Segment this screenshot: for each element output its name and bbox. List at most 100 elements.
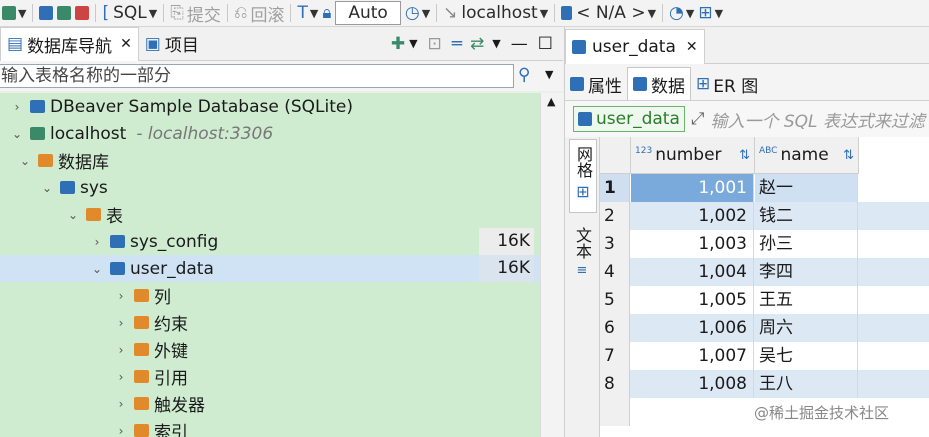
tree-item[interactable]: ⌄ 表 [0, 201, 540, 228]
table-row[interactable]: 4 1,004 李四 [600, 258, 929, 286]
tree-item[interactable]: › 外键 [0, 336, 540, 363]
tab-user-data-editor[interactable]: user_data ✕ [565, 29, 705, 64]
connect-button[interactable] [37, 1, 55, 25]
table-row[interactable]: 2 1,002 钱二 [600, 202, 929, 230]
row-number[interactable]: 2 [600, 202, 630, 230]
link-editor-icon[interactable]: ⇄ [470, 34, 484, 54]
row-number[interactable]: 5 [600, 286, 630, 314]
expand-icon[interactable]: ⤢ [691, 109, 705, 129]
column-header-number[interactable]: 123 number ⇅ [631, 137, 755, 174]
chevron-right-icon[interactable]: › [114, 289, 128, 303]
close-icon[interactable]: ✕ [120, 36, 132, 52]
tree-item[interactable]: ⌄ localhost - localhost:3306 [0, 120, 540, 147]
tree-item[interactable]: ⌄ user_data 16K [0, 255, 540, 282]
filter-icon[interactable]: ⚲ [518, 65, 530, 85]
sql-filter-input[interactable]: 输入一个 SQL 表达式来过滤 [710, 107, 924, 132]
row-number[interactable]: 1 [600, 174, 630, 202]
sort-filter-icon[interactable]: ⇅ [843, 148, 854, 163]
row-number[interactable]: 4 [600, 258, 630, 286]
tree-item[interactable]: ⌄ sys [0, 174, 540, 201]
new-connection-icon[interactable]: ✚ [391, 34, 405, 54]
reconnect-button[interactable] [55, 1, 73, 25]
chevron-right-icon[interactable]: › [114, 370, 128, 384]
tab-data[interactable]: 数据 [627, 67, 691, 100]
tree-item[interactable]: › 列 [0, 282, 540, 309]
tab-text-view[interactable]: 文本 ≡ [569, 221, 595, 293]
cell-name[interactable]: 吴七 [755, 342, 858, 370]
row-number[interactable]: 6 [600, 314, 630, 342]
cell-number[interactable]: 1,001 [631, 174, 754, 202]
active-connection-selector[interactable]: ↘ localhost ▼ [441, 1, 550, 25]
chevron-right-icon[interactable]: › [114, 343, 128, 357]
sql-editor-button[interactable]: [SQL ▼ [100, 1, 159, 25]
chevron-down-icon[interactable]: ▼ [409, 37, 417, 50]
tab-er-diagram[interactable]: ⊞ ER 图 [691, 68, 763, 100]
tree-item[interactable]: › 索引 [0, 417, 540, 437]
chevron-down-icon[interactable]: ▼ [545, 68, 553, 81]
table-row[interactable]: 6 1,006 周六 [600, 314, 929, 342]
chevron-right-icon[interactable]: › [114, 424, 128, 437]
tree-scrollbar[interactable]: ▲ [540, 93, 564, 437]
cell-name[interactable]: 孙三 [755, 230, 858, 258]
tree-item[interactable]: › sys_config 16K [0, 228, 540, 255]
cell-number[interactable]: 1,003 [631, 230, 754, 258]
tree-item[interactable]: › 触发器 [0, 390, 540, 417]
tab-properties[interactable]: 属性 [565, 68, 627, 100]
lock-button[interactable]: 🔒︎ [320, 1, 333, 25]
chevron-right-icon[interactable]: › [114, 397, 128, 411]
cell-number[interactable]: 1,002 [631, 202, 754, 230]
table-filter-input[interactable] [0, 64, 514, 88]
column-header-name[interactable]: ABC name ⇅ [755, 137, 859, 174]
tab-grid-view[interactable]: 网格 ⊞ [569, 139, 597, 213]
tree-item[interactable]: › DBeaver Sample Database (SQLite) [0, 93, 540, 120]
cell-number[interactable]: 1,004 [631, 258, 754, 286]
active-schema-selector[interactable]: < N/A > ▼ [559, 1, 658, 25]
table-row[interactable]: 8 1,008 王八 [600, 370, 929, 398]
chevron-down-icon[interactable]: ⌄ [66, 208, 80, 222]
disconnect-button[interactable] [73, 1, 91, 25]
new-connection-button[interactable]: ▼ [0, 1, 28, 25]
table-row[interactable]: 7 1,007 吴七 [600, 342, 929, 370]
close-icon[interactable]: ✕ [686, 39, 698, 55]
cell-number[interactable]: 1,005 [631, 286, 754, 314]
tree-item[interactable]: › 引用 [0, 363, 540, 390]
chevron-right-icon[interactable]: › [114, 316, 128, 330]
table-row[interactable]: 5 1,005 王五 [600, 286, 929, 314]
history-button[interactable]: ◷ ▼ [403, 1, 432, 25]
scroll-up-icon[interactable]: ▲ [547, 95, 555, 108]
cell-name[interactable]: 周六 [755, 314, 858, 342]
cell-name[interactable]: 李四 [755, 258, 858, 286]
maximize-icon[interactable]: ☐ [538, 34, 553, 54]
collapse-all-icon[interactable]: ═ [452, 34, 462, 54]
chevron-down-icon[interactable]: ▼ [492, 37, 500, 50]
chevron-down-icon[interactable]: ⌄ [10, 127, 24, 141]
cell-number[interactable]: 1,006 [631, 314, 754, 342]
minimize-icon[interactable]: — [511, 34, 528, 54]
rollback-button[interactable]: ⎌ 回滚 [232, 1, 287, 26]
tree-item[interactable]: › 约束 [0, 309, 540, 336]
cell-name[interactable]: 赵一 [755, 174, 858, 202]
new-folder-icon[interactable]: ⊡ [428, 34, 442, 54]
chevron-down-icon[interactable]: ⌄ [40, 181, 54, 195]
sort-filter-icon[interactable]: ⇅ [739, 148, 750, 163]
chevron-right-icon[interactable]: › [10, 100, 24, 114]
table-row[interactable]: 1 1,001 赵一 [600, 174, 929, 202]
tree-item[interactable]: ⌄ 数据库 [0, 147, 540, 174]
cell-number[interactable]: 1,008 [631, 370, 754, 398]
cell-name[interactable]: 钱二 [755, 202, 858, 230]
commit-button[interactable]: ⎘ 提交 [168, 1, 223, 26]
dashboard-button[interactable]: ◔ ▼ [667, 1, 696, 25]
cell-name[interactable]: 王五 [755, 286, 858, 314]
auto-commit-box[interactable]: Auto [333, 1, 402, 25]
chevron-down-icon[interactable]: ⌄ [18, 154, 32, 168]
tab-database-navigator[interactable]: ▤ 数据库导航 ✕ [0, 26, 139, 61]
row-number[interactable]: 7 [600, 342, 630, 370]
cell-number[interactable]: 1,007 [631, 342, 754, 370]
table-row[interactable]: 3 1,003 孙三 [600, 230, 929, 258]
row-number[interactable]: 8 [600, 370, 630, 398]
transaction-mode-button[interactable]: T ▼ [295, 1, 320, 25]
chevron-down-icon[interactable]: ⌄ [90, 262, 104, 276]
row-number[interactable]: 3 [600, 230, 630, 258]
cell-name[interactable]: 王八 [755, 370, 858, 398]
chevron-right-icon[interactable]: › [90, 235, 104, 249]
